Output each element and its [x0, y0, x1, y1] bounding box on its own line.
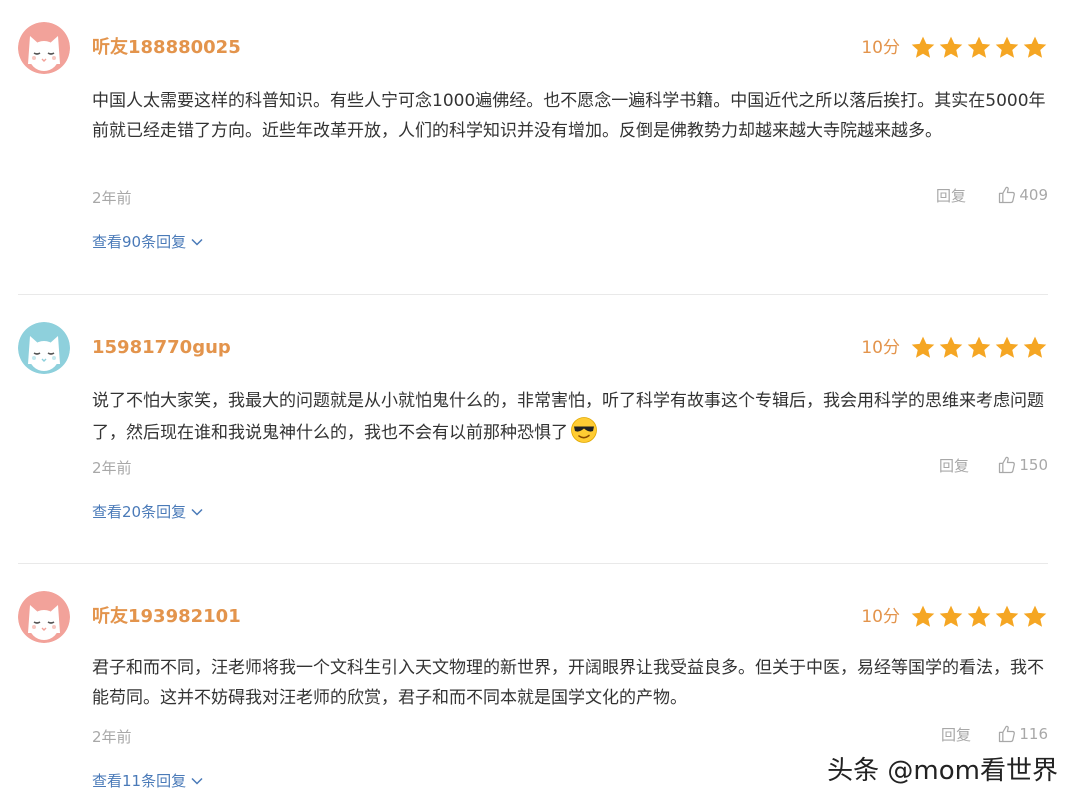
comment-text: 说了不怕大家笑，我最大的问题就是从小就怕鬼什么的，非常害怕，听了科学有故事这个专…	[92, 386, 1052, 448]
view-replies-link[interactable]: 查看11条回复	[92, 771, 204, 791]
username[interactable]: 15981770gup	[92, 337, 231, 359]
thumbs-up-icon	[999, 186, 1016, 204]
star-icon	[1023, 36, 1047, 58]
like-button[interactable]: 409	[997, 185, 1048, 205]
comment-text-content: 说了不怕大家笑，我最大的问题就是从小就怕鬼什么的，非常害怕，听了科学有故事这个专…	[92, 391, 1044, 443]
star-rating	[910, 604, 1048, 630]
star-icon	[1023, 336, 1047, 358]
score-label: 10分	[861, 338, 900, 358]
comment-list: 听友188880025 10分 中国人太需要这样的科普知识。有些人宁可念1000…	[0, 0, 1080, 807]
star-icon	[995, 605, 1019, 627]
user-avatar[interactable]	[18, 591, 70, 643]
star-icon	[995, 336, 1019, 358]
chevron-down-icon	[191, 238, 203, 246]
username[interactable]: 听友193982101	[92, 606, 241, 628]
like-count: 116	[1019, 725, 1048, 743]
thumbs-up-icon	[999, 456, 1016, 474]
view-replies-link[interactable]: 查看90条回复	[92, 232, 204, 252]
star-icon	[939, 36, 963, 58]
score-label: 10分	[861, 607, 900, 627]
star-rating	[910, 335, 1048, 361]
cool-face-emoji-icon	[571, 417, 597, 443]
view-replies-link[interactable]: 查看20条回复	[92, 502, 204, 522]
score-label: 10分	[861, 38, 900, 58]
reply-button[interactable]: 回复	[936, 186, 966, 206]
view-replies-label: 查看11条回复	[92, 772, 187, 790]
view-replies-label: 查看20条回复	[92, 503, 187, 521]
comment-text: 中国人太需要这样的科普知识。有些人宁可念1000遍佛经。也不愿念一遍科学书籍。中…	[92, 91, 1046, 141]
timestamp: 2年前	[92, 728, 132, 746]
like-button[interactable]: 116	[997, 724, 1048, 744]
like-button[interactable]: 150	[997, 455, 1048, 475]
cat-avatar-pink-icon	[18, 591, 70, 643]
timestamp: 2年前	[92, 459, 132, 477]
like-count: 409	[1019, 186, 1048, 204]
star-icon	[967, 336, 991, 358]
star-icon	[911, 336, 935, 358]
chevron-down-icon	[191, 777, 203, 785]
username[interactable]: 听友188880025	[92, 37, 241, 59]
cat-avatar-blue-icon	[18, 322, 70, 374]
view-replies-label: 查看90条回复	[92, 233, 187, 251]
star-icon	[911, 36, 935, 58]
reply-button[interactable]: 回复	[941, 725, 971, 745]
user-avatar[interactable]	[18, 322, 70, 374]
thumbs-up-icon	[999, 725, 1016, 743]
star-icon	[939, 336, 963, 358]
star-icon	[967, 36, 991, 58]
star-icon	[995, 36, 1019, 58]
watermark: 头条 @mom看世界	[827, 756, 1058, 786]
star-icon	[939, 605, 963, 627]
star-icon	[911, 605, 935, 627]
cat-avatar-pink-icon	[18, 22, 70, 74]
star-icon	[1023, 605, 1047, 627]
timestamp: 2年前	[92, 189, 132, 207]
star-rating	[910, 35, 1048, 61]
divider	[18, 563, 1048, 564]
chevron-down-icon	[191, 508, 203, 516]
star-icon	[967, 605, 991, 627]
divider	[18, 294, 1048, 295]
reply-button[interactable]: 回复	[939, 456, 969, 476]
like-count: 150	[1019, 456, 1048, 474]
user-avatar[interactable]	[18, 22, 70, 74]
comment-text: 君子和而不同，汪老师将我一个文科生引入天文物理的新世界，开阔眼界让我受益良多。但…	[92, 658, 1044, 708]
